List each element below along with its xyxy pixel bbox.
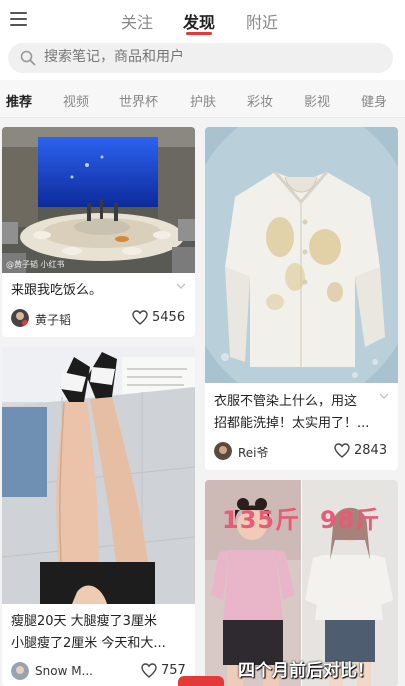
- category-skincare[interactable]: 护肤: [190, 91, 216, 110]
- category-recommended[interactable]: 推荐: [6, 91, 32, 110]
- feed-card[interactable]: @黄子韬 小红书 来跟我吃饭么。 黄子韬 5456: [2, 127, 195, 337]
- author-name[interactable]: Rei爷: [238, 444, 269, 461]
- search-bar-container: [0, 40, 405, 80]
- before-weight-label: 135斤: [222, 506, 301, 534]
- avatar[interactable]: [214, 442, 232, 460]
- category-fitness[interactable]: 健身: [361, 91, 387, 110]
- feed-tabs: 关注 发现 附近: [0, 0, 405, 40]
- chevron-down-icon[interactable]: [176, 283, 186, 289]
- tab-nearby[interactable]: 附近: [246, 9, 278, 33]
- avatar[interactable]: [11, 309, 29, 327]
- after-weight-label: 98斤: [320, 506, 381, 534]
- search-icon: [20, 50, 36, 66]
- image-watermark: @黄子韬 小红书: [6, 260, 65, 269]
- heart-icon[interactable]: [334, 443, 350, 458]
- category-video[interactable]: 视频: [63, 91, 89, 110]
- comparison-caption: 四个月前后对比！: [238, 661, 374, 681]
- heart-icon[interactable]: [132, 310, 148, 325]
- active-tab-indicator: [186, 32, 212, 35]
- tab-following[interactable]: 关注: [121, 9, 153, 33]
- card-image: [2, 347, 195, 604]
- card-title: 来跟我吃饭么。: [11, 283, 103, 298]
- top-nav: 关注 发现 附近: [0, 0, 405, 40]
- author-name[interactable]: 黄子韬: [35, 311, 71, 328]
- post-button[interactable]: [178, 676, 224, 686]
- feed-card[interactable]: 瘦腿20天 大腿瘦了3厘米 小腿瘦了2厘米 今天和大... Snow M... …: [2, 347, 195, 686]
- author-name[interactable]: Snow M...: [35, 664, 93, 678]
- category-bar: 推荐 视频 世界杯 护肤 彩妆 影视 健身: [0, 80, 405, 118]
- app-root: 关注 发现 附近 推荐 视频 世界杯 护肤 彩妆 影视 健身: [0, 0, 405, 686]
- card-title-line-2: 招都能洗掉！太实用了！...: [214, 416, 370, 431]
- like-count: 5456: [152, 310, 186, 325]
- search-input[interactable]: [44, 48, 344, 64]
- card-image: @黄子韬 小红书: [2, 127, 195, 273]
- card-title-line-2: 小腿瘦了2厘米 今天和大...: [11, 636, 166, 651]
- card-title-line-1: 衣服不管染上什么，用这: [214, 394, 358, 409]
- card-title-line-1: 瘦腿20天 大腿瘦了3厘米: [11, 614, 157, 629]
- card-image: 135斤 98斤 四个月前后对比！: [205, 480, 398, 686]
- avatar[interactable]: [11, 662, 29, 680]
- search-bar[interactable]: [8, 43, 393, 73]
- category-world-cup[interactable]: 世界杯: [119, 91, 158, 110]
- category-makeup[interactable]: 彩妆: [247, 91, 273, 110]
- card-image: [205, 127, 398, 383]
- feed-card[interactable]: 135斤 98斤 四个月前后对比！: [205, 480, 398, 686]
- chevron-down-icon[interactable]: [379, 393, 389, 399]
- category-film[interactable]: 影视: [304, 91, 330, 110]
- feed-card[interactable]: 衣服不管染上什么，用这 招都能洗掉！太实用了！... Rei爷 2843: [205, 127, 398, 470]
- tab-discover[interactable]: 发现: [183, 9, 215, 33]
- heart-icon[interactable]: [141, 663, 157, 678]
- like-count: 2843: [354, 443, 388, 458]
